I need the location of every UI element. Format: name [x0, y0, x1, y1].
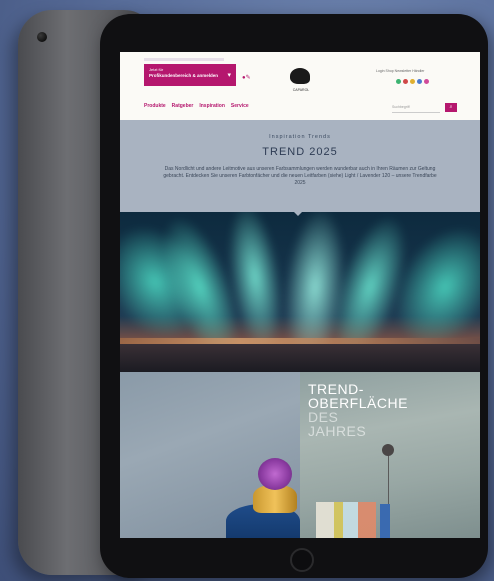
page-title: TREND 2025	[262, 146, 338, 158]
promo-main-text: Profikundenbereich & anmelden	[149, 73, 219, 78]
swatch-dot	[410, 79, 415, 84]
blue-jar	[380, 504, 390, 538]
main-nav: Produkte Ratgeber Inspiration Service Su…	[120, 98, 480, 121]
nav-items: Produkte Ratgeber Inspiration Service	[144, 103, 249, 109]
promo-button[interactable]: Jetzt für Profikundenbereich & anmelden …	[144, 64, 236, 86]
nav-item-produkte[interactable]: Produkte	[144, 103, 166, 109]
nav-item-service[interactable]: Service	[231, 103, 249, 109]
heart-icon[interactable]: ●✎	[242, 74, 251, 81]
flower	[258, 458, 292, 490]
surface-line-1: TREND-	[308, 381, 364, 397]
search-button[interactable]: ⌕	[445, 103, 457, 112]
flower-stem	[388, 450, 389, 510]
nav-item-inspiration[interactable]: Inspiration	[199, 103, 225, 109]
surface-line-3: DES	[308, 409, 339, 425]
swatch-dot	[417, 79, 422, 84]
trend-intro: Inspiration Trends TREND 2025 Das Nordli…	[120, 120, 480, 212]
brand-logo-text: CAPAROL	[292, 88, 310, 92]
trend-surface-title: TREND- OBERFLÄCHE DES JAHRES	[308, 382, 478, 438]
dried-flower	[382, 444, 394, 456]
color-swatches	[396, 79, 429, 84]
search-input[interactable]: Suchbegriff	[392, 103, 440, 113]
jars	[316, 502, 376, 538]
trend-description: Das Nordlicht und andere Leitmotive aus …	[163, 166, 437, 186]
water	[120, 344, 480, 372]
swatch-dot	[424, 79, 429, 84]
aurora-image	[120, 212, 480, 372]
swatch-dot	[403, 79, 408, 84]
trend-eyebrow: Inspiration Trends	[269, 134, 331, 140]
search-icon: ⌕	[449, 104, 453, 110]
utility-links[interactable]: Login Shop Newsletter Händler	[376, 69, 424, 73]
site-header: Jetzt für Profikundenbereich & anmelden …	[120, 52, 480, 98]
top-strip	[144, 58, 224, 61]
brand-logo[interactable]	[290, 68, 310, 84]
surface-line-2: OBERFLÄCHE	[308, 395, 408, 411]
camera-icon	[37, 32, 47, 42]
chevron-down-icon: ▾	[227, 72, 231, 79]
home-button[interactable]	[290, 548, 314, 572]
surface-line-4: JAHRES	[308, 423, 367, 439]
nav-item-ratgeber[interactable]: Ratgeber	[172, 103, 194, 109]
swatch-dot	[396, 79, 401, 84]
intro-notch	[290, 208, 306, 216]
